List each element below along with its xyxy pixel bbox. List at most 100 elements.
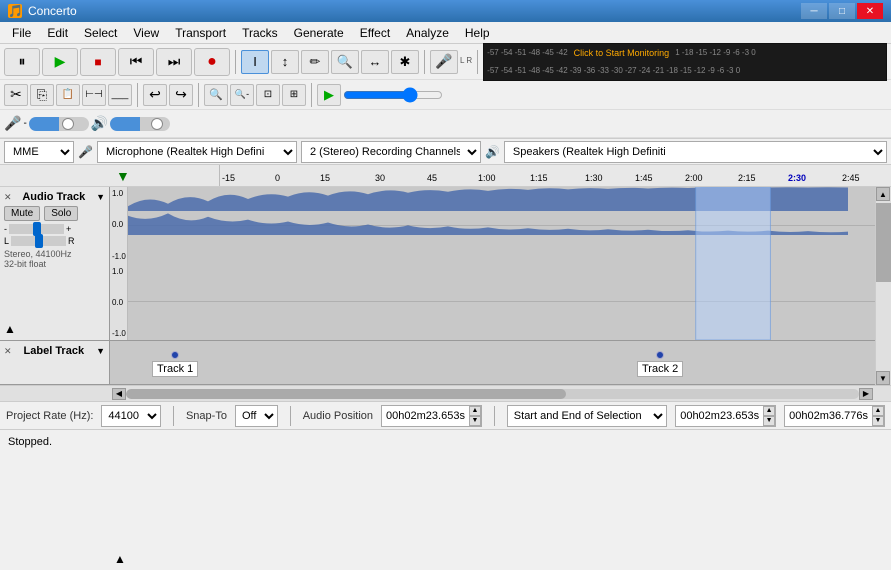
stop-button[interactable]: ■ [80, 48, 116, 76]
menu-select[interactable]: Select [76, 24, 125, 42]
position-down-btn[interactable]: ▼ [469, 416, 481, 426]
label-track-close-btn[interactable]: ✕ [4, 346, 12, 357]
snap-to-select[interactable]: Off [235, 405, 278, 427]
play-at-speed-button[interactable]: ▶ [317, 84, 341, 106]
menu-view[interactable]: View [125, 24, 167, 42]
vscroll-up-btn[interactable]: ▲ [876, 187, 890, 201]
sel-start-up-btn[interactable]: ▲ [763, 406, 775, 416]
tool-multi[interactable]: ✱ [391, 50, 419, 74]
mic-button[interactable]: 🎤 [430, 50, 458, 74]
input-level-slider[interactable] [29, 117, 89, 131]
bottom-toolbar: Project Rate (Hz): 44100 Snap-To Off Aud… [0, 401, 891, 429]
vu-row-bottom[interactable]: -57 -54 -51 -48 -45 -42 -39 -36 -33 -30 … [484, 62, 886, 80]
tool-timeshift[interactable]: ↔ [361, 50, 389, 74]
zoom-out-button[interactable]: 🔍- [230, 84, 254, 106]
vertical-scrollbar[interactable]: ▲ ▼ [875, 187, 891, 385]
position-spinners[interactable]: ▲ ▼ [469, 406, 481, 426]
tool-select[interactable]: I [241, 50, 269, 74]
label-track-header: ✕ Label Track ▼ ▲ [0, 341, 110, 384]
undo-button[interactable]: ↩ [143, 84, 167, 106]
sel-start-down-btn[interactable]: ▼ [763, 416, 775, 426]
selection-start-value: 00h02m23.653s [676, 410, 763, 422]
ruler-ticks: -15 0 15 30 45 1:00 1:15 1:30 1:45 2:00 … [220, 165, 891, 186]
sel-end-down-btn[interactable]: ▼ [872, 416, 884, 426]
ruler-tick: 1:30 [585, 173, 603, 183]
gain-slider[interactable] [9, 224, 64, 234]
app-title: Concerto [28, 4, 801, 18]
channel-select[interactable]: 2 (Stereo) Recording Channels [301, 141, 481, 163]
tool-draw[interactable]: ✏ [301, 50, 329, 74]
project-rate-select[interactable]: 44100 [101, 405, 161, 427]
cut-button[interactable]: ✂ [4, 84, 28, 106]
track-collapse-btn[interactable]: ▲ [4, 322, 16, 336]
sel-end-spinners[interactable]: ▲ ▼ [872, 406, 884, 426]
sel-end-up-btn[interactable]: ▲ [872, 406, 884, 416]
menu-analyze[interactable]: Analyze [398, 24, 457, 42]
click-to-monitor[interactable]: Click to Start Monitoring [571, 48, 673, 58]
input-device-select[interactable]: Microphone (Realtek High Defini [97, 141, 297, 163]
menu-transport[interactable]: Transport [167, 24, 234, 42]
position-up-btn[interactable]: ▲ [469, 406, 481, 416]
label-track-content[interactable]: Track 1 Track 2 [110, 341, 875, 384]
hscroll-left-btn[interactable]: ◀ [112, 388, 126, 400]
selection-type-select[interactable]: Start and End of Selection [507, 405, 667, 427]
zoom-fit-button[interactable]: ⊞ [282, 84, 306, 106]
solo-button[interactable]: Solo [44, 206, 78, 221]
track2-label-pin[interactable]: Track 2 [637, 351, 683, 377]
track2-label[interactable]: Track 2 [637, 361, 683, 377]
redo-button[interactable]: ↪ [169, 84, 193, 106]
play-speed-slider[interactable] [343, 89, 443, 101]
toolbar-separator3 [494, 406, 495, 426]
tool-envelope[interactable]: ↕ [271, 50, 299, 74]
menu-help[interactable]: Help [457, 24, 498, 42]
audio-waveform[interactable]: 1.0 0.0 -1.0 1.0 0.0 -1.0 [110, 187, 875, 340]
output-level-slider[interactable] [110, 117, 170, 131]
track-close-btn[interactable]: ✕ [4, 192, 12, 203]
label-track-menu-arrow[interactable]: ▼ [96, 346, 105, 356]
input-level-label: - [23, 118, 26, 129]
sel-start-spinners[interactable]: ▲ ▼ [763, 406, 775, 426]
selection-end-input[interactable]: 00h02m36.776s ▲ ▼ [784, 405, 885, 427]
menu-file[interactable]: File [4, 24, 39, 42]
vscroll-down-btn[interactable]: ▼ [876, 371, 890, 385]
status-text: Stopped. [8, 436, 52, 448]
minimize-button[interactable]: ─ [801, 3, 827, 19]
zoom-sel-button[interactable]: ⊡ [256, 84, 280, 106]
hscroll-right-btn[interactable]: ▶ [859, 388, 873, 400]
tool-zoom[interactable]: 🔍 [331, 50, 359, 74]
zoom-in-button[interactable]: 🔍 [204, 84, 228, 106]
ruler-tick: 1:45 [635, 173, 653, 183]
maximize-button[interactable]: □ [829, 3, 855, 19]
trim-button[interactable]: ⊢⊣ [82, 84, 106, 106]
menu-effect[interactable]: Effect [352, 24, 398, 42]
mute-button[interactable]: Mute [4, 206, 40, 221]
output-device-select[interactable]: Speakers (Realtek High Definiti [504, 141, 887, 163]
menu-edit[interactable]: Edit [39, 24, 76, 42]
selection-start-input[interactable]: 00h02m23.653s ▲ ▼ [675, 405, 776, 427]
skip-back-button[interactable]: ⏮ [118, 48, 154, 76]
track1-label-pin[interactable]: Track 1 [152, 351, 198, 377]
menu-tracks[interactable]: Tracks [234, 24, 286, 42]
copy-button[interactable]: ⎘ [30, 84, 54, 106]
menu-generate[interactable]: Generate [286, 24, 352, 42]
vscroll-thumb[interactable] [876, 203, 891, 282]
close-button[interactable]: ✕ [857, 3, 883, 19]
hscrollbar[interactable] [126, 389, 859, 399]
snap-to-label: Snap-To [186, 410, 227, 422]
speaker-icon: 🔊 [91, 115, 108, 132]
play-button[interactable]: ▶ [42, 48, 78, 76]
track1-label[interactable]: Track 1 [152, 361, 198, 377]
silence-button[interactable]: ___ [108, 84, 132, 106]
audio-position-input[interactable]: 00h02m23.653s ▲ ▼ [381, 405, 482, 427]
hscroll-thumb[interactable] [126, 389, 566, 399]
record-button[interactable]: ● [194, 48, 230, 76]
pause-button[interactable]: ⏸ [4, 48, 40, 76]
skip-forward-button[interactable]: ⏭ [156, 48, 192, 76]
api-select[interactable]: MME [4, 141, 74, 163]
pan-slider[interactable] [11, 236, 66, 246]
paste-button[interactable]: 📋 [56, 84, 80, 106]
track-menu-arrow[interactable]: ▼ [96, 192, 105, 202]
playhead-triangle[interactable]: ▼ [116, 168, 130, 184]
vu-meter-area: -57 -54 -51 -48 -45 -42 Click to Start M… [483, 43, 887, 81]
vu-row-top[interactable]: -57 -54 -51 -48 -45 -42 Click to Start M… [484, 44, 886, 62]
